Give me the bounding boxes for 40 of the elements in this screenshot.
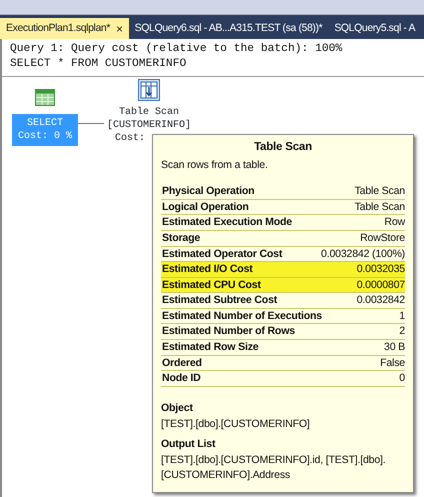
section-heading: Object [161,400,194,416]
property-value: 0 [399,371,405,386]
property-value: 0.0032035 [356,262,405,277]
property-name: Estimated Number of Executions [162,308,322,324]
property-value: 1 [399,308,405,324]
property-name: Estimated Row Size [162,340,258,355]
property-value: RowStore [360,230,405,246]
table-icon[interactable] [35,89,55,106]
property-name: Storage [162,230,200,246]
section-text: [TEST].[dbo].[CUSTOMERINFO].id, [TEST].[dbo].[CUSTOMERINFO].Address [161,452,387,484]
query-text: Query 1: Query cost (relative to the batch): 100% [10,42,344,57]
property-value: 0.0000807 [356,278,405,292]
section-text: [TEST].[dbo].[CUSTOMERINFO] [161,416,311,432]
property-value: False [380,356,405,370]
property-name: Estimated I/O Cost [162,262,253,277]
property-name: Estimated CPU Cost [162,278,261,292]
section-heading: Output List [161,436,216,452]
property-name: Estimated Subtree Cost [162,293,278,308]
property-name: Estimated Operator Cost [162,246,282,262]
property-name: Estimated Execution Mode [162,215,292,230]
document-tab[interactable]: SQLQuery5.sql - A [328,18,422,39]
tooltip-description: Scan rows from a table. [161,158,269,174]
property-value: 30 B [384,340,405,355]
property-value: Table Scan [354,184,405,199]
property-name: Node ID [162,371,201,386]
close-icon[interactable]: × [116,20,123,38]
document-tab[interactable]: SQLQuery6.sql - AB...A315.TEST (sa (58))* [128,18,328,39]
property-value: 2 [399,324,405,340]
property-value: 0.0032842 (100%) [321,246,405,262]
property-value: Table Scan [354,200,405,214]
property-name: Estimated Number of Rows [162,324,295,340]
document-tab[interactable]: ExecutionPlan1.sqlplan* × [0,18,129,39]
property-name: Ordered [162,356,202,370]
property-name: Physical Operation [162,184,254,199]
property-value: Row [384,215,405,230]
query-text: SELECT * FROM CUSTOMERINFO [10,57,188,72]
property-name: Logical Operation [162,200,249,214]
table-scan-icon[interactable] [138,79,160,101]
tooltip-title: Table Scan [253,140,313,155]
property-value: 0.0032842 [356,293,405,308]
